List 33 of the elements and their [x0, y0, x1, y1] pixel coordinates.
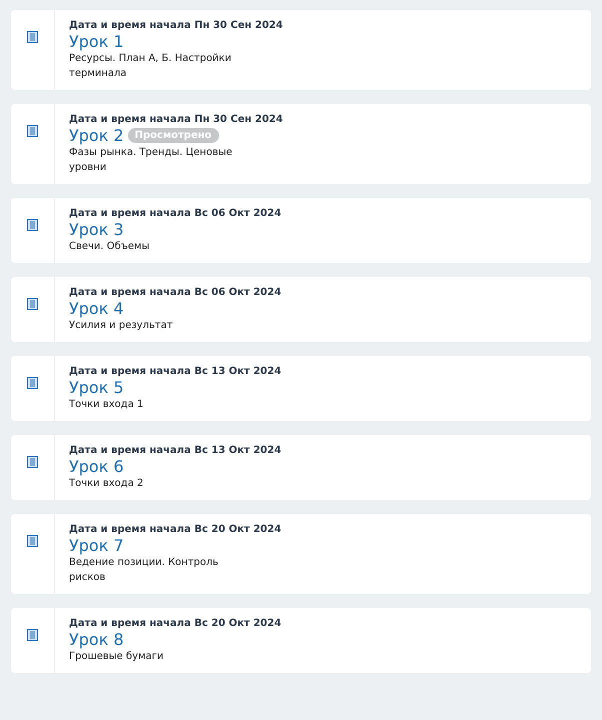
document-icon	[27, 298, 38, 310]
lesson-title-link[interactable]: Урок 1	[69, 32, 124, 51]
lesson-title-link[interactable]: Урок 6	[69, 457, 124, 476]
lesson-date: Дата и время начала Вс 06 Окт 2024	[69, 286, 282, 299]
lesson-date: Дата и время начала Вс 13 Окт 2024	[69, 365, 282, 378]
lesson-description: Усилия и результат	[69, 319, 173, 333]
document-icon	[27, 629, 38, 641]
lesson-title-link[interactable]: Урок 7	[69, 536, 124, 555]
lesson-description: Точки входа 1	[69, 398, 144, 412]
lesson-date: Дата и время начала Вс 20 Окт 2024	[69, 523, 282, 536]
lesson-date: Дата и время начала Вс 13 Окт 2024	[69, 444, 282, 457]
viewed-badge: Просмотрено	[128, 128, 219, 143]
lesson-description: Ресурсы. План А, Б. Настройки терминала	[69, 52, 232, 81]
lesson-date: Дата и время начала Вс 20 Окт 2024	[69, 617, 282, 630]
lesson-description: Грошевые бумаги	[69, 650, 164, 664]
lesson-title-link[interactable]: Урок 3	[69, 220, 124, 239]
lesson-description: Фазы рынка. Тренды. Ценовые уровни	[69, 146, 234, 175]
lesson-title-link[interactable]: Урок 4	[69, 299, 124, 318]
document-icon	[27, 31, 38, 43]
lesson-date: Дата и время начала Пн 30 Сен 2024	[69, 113, 283, 126]
lesson-title-link[interactable]: Урок 2	[69, 126, 124, 145]
lesson-date: Дата и время начала Пн 30 Сен 2024	[69, 19, 283, 32]
lesson-title-link[interactable]: Урок 5	[69, 378, 124, 397]
lesson-description: Ведение позиции. Контроль рисков	[69, 556, 220, 585]
document-icon	[27, 535, 38, 547]
lesson-description: Свечи. Объемы	[69, 240, 150, 254]
lesson-title-link[interactable]: Урок 8	[69, 630, 124, 649]
lesson-date: Дата и время начала Вс 06 Окт 2024	[69, 207, 282, 220]
document-icon	[27, 377, 38, 389]
document-icon	[27, 125, 38, 137]
lesson-description: Точки входа 2	[69, 477, 144, 491]
document-icon	[27, 456, 38, 468]
document-icon	[27, 219, 38, 231]
